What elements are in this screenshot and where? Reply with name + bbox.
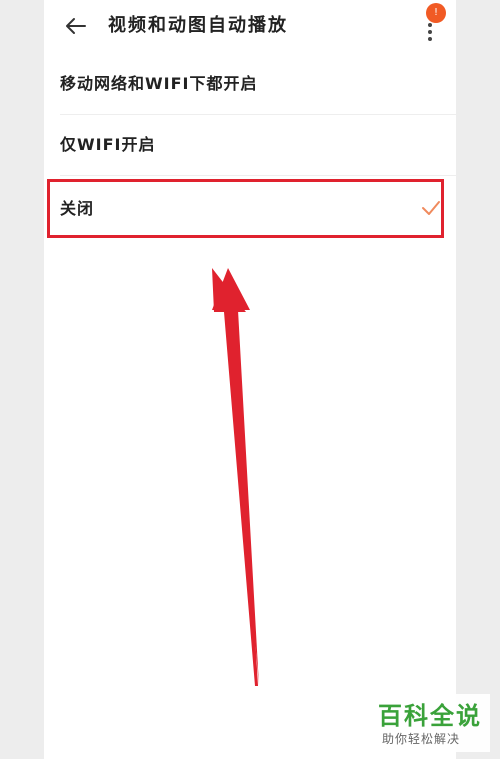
notification-badge: ! <box>426 3 446 23</box>
back-button[interactable] <box>62 12 90 40</box>
option-label: 移动网络和WIFI下都开启 <box>60 74 258 93</box>
highlight-annotation-box <box>47 179 444 238</box>
settings-screen: 视频和动图自动播放 ! 移动网络和WIFI下都开启 仅WIFI开启 关闭 <box>44 0 456 759</box>
watermark-title: 百科全说 <box>378 702 482 730</box>
option-mobile-and-wifi[interactable]: 移动网络和WIFI下都开启 <box>44 54 456 114</box>
option-wifi-only[interactable]: 仅WIFI开启 <box>44 115 456 175</box>
watermark-logo: 百科全说 助你轻松解决 <box>372 694 490 752</box>
watermark-subtitle: 助你轻松解决 <box>382 732 461 746</box>
back-arrow-icon <box>66 18 86 34</box>
more-button[interactable]: ! <box>416 3 446 44</box>
divider <box>60 175 456 176</box>
page-title: 视频和动图自动播放 <box>108 15 288 36</box>
option-label: 仅WIFI开启 <box>60 135 156 154</box>
top-bar: 视频和动图自动播放 ! <box>44 0 456 52</box>
more-vertical-icon <box>428 23 432 44</box>
